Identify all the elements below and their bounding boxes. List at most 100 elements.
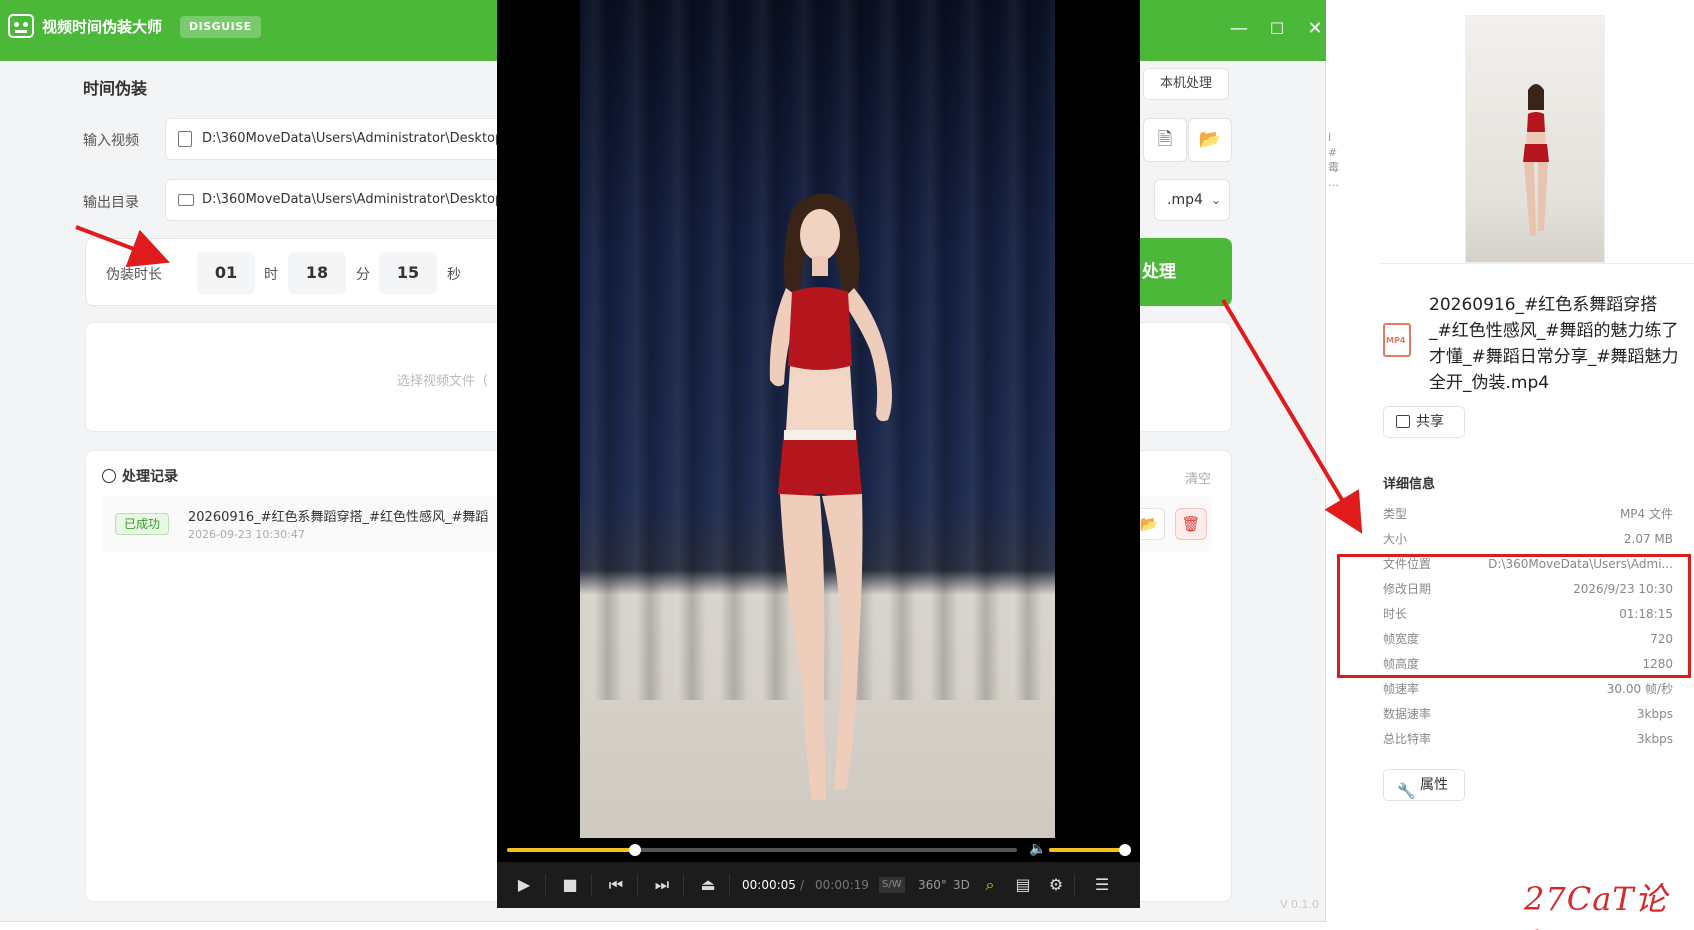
- vr-360-button[interactable]: 360°: [918, 862, 947, 908]
- detail-key: 数据速率: [1383, 707, 1432, 721]
- file-properties-panel: I # 霉 … MP4 20260916_#红色系舞蹈穿搭_#红色性感风_#舞蹈…: [1328, 0, 1694, 930]
- detail-value: 3kbps: [1636, 707, 1673, 721]
- close-button[interactable]: ✕: [1300, 14, 1330, 44]
- watermark: 27CaT论坛: [1524, 880, 1668, 930]
- thumbnail-figure: [1523, 84, 1549, 236]
- record-timestamp: 2026-09-23 10:30:47: [188, 528, 305, 541]
- delete-record-button[interactable]: 🗑: [1175, 508, 1207, 540]
- detail-key: 帧速率: [1383, 682, 1420, 696]
- edge-text: I # 霉 …: [1328, 131, 1339, 189]
- file-icon: [178, 131, 192, 147]
- record-file-name: 20260916_#红色系舞蹈穿搭_#红色性感风_#舞蹈: [188, 510, 489, 525]
- playlist-icon[interactable]: ▤: [1008, 862, 1038, 908]
- divider: [1380, 263, 1694, 264]
- minimize-button[interactable]: —: [1224, 14, 1254, 44]
- share-button[interactable]: 共享: [1383, 406, 1465, 438]
- properties-button[interactable]: 🔧 属性: [1383, 769, 1465, 801]
- dancer-figure: [769, 193, 892, 800]
- input-video-field[interactable]: D:\360MoveData\Users\Administrator\Deskt…: [165, 118, 505, 160]
- volume-level: [1049, 848, 1125, 852]
- trash-icon: 🗑: [1181, 515, 1201, 533]
- mp4-file-icon: MP4: [1383, 323, 1411, 357]
- video-frame[interactable]: [580, 0, 1055, 838]
- detail-row: 总比特率 3kbps: [1383, 727, 1673, 751]
- 3d-button[interactable]: 3D: [953, 862, 970, 908]
- detail-value: 3kbps: [1636, 732, 1673, 746]
- local-process-button[interactable]: 本机处理: [1143, 68, 1229, 100]
- video-player: 🔈 ▶ ■ ⏮ ⏭ ⏏ 00:00:05 / 00:00:19 S/W 360°…: [497, 0, 1140, 908]
- volume-handle[interactable]: [1119, 844, 1131, 856]
- detail-row: 类型 MP4 文件: [1383, 502, 1673, 526]
- menu-icon[interactable]: ☰: [1087, 862, 1117, 908]
- history-title: 处理记录: [122, 469, 178, 485]
- output-dir-path: D:\360MoveData\Users\Administrator\Deskt…: [202, 192, 504, 207]
- play-icon[interactable]: ▶: [509, 862, 539, 908]
- detail-row: 大小 2.07 MB: [1383, 527, 1673, 551]
- input-video-path: D:\360MoveData\Users\Administrator\Deskt…: [202, 131, 504, 146]
- detail-key: 大小: [1383, 532, 1408, 546]
- volume-icon[interactable]: 🔈: [1029, 841, 1046, 857]
- seek-bar[interactable]: [507, 844, 1017, 856]
- minutes-unit: 分: [356, 267, 370, 283]
- folder-icon: 📂: [1139, 515, 1159, 533]
- details-title: 详细信息: [1383, 477, 1436, 492]
- hours-input[interactable]: 01: [197, 252, 255, 294]
- format-select[interactable]: .mp4 ⌄: [1154, 179, 1230, 221]
- annotation-highlight-box: [1337, 554, 1691, 678]
- screenshot-root: 视频时间伪装大师 DISGUISE — ☐ ✕ 时间伪装 本机处理 输入视频 D…: [0, 0, 1694, 930]
- divider: [683, 874, 684, 896]
- detail-value: 30.00 帧/秒: [1606, 682, 1673, 696]
- duration-label: 伪装时长: [106, 267, 162, 283]
- next-icon[interactable]: ⏭: [647, 862, 677, 908]
- app-title: 视频时间伪装大师: [42, 18, 163, 36]
- drop-hint: 选择视频文件（: [397, 374, 489, 389]
- divider: [591, 874, 592, 896]
- clear-history-button[interactable]: 清空: [1185, 468, 1211, 487]
- document-icon: 🗎: [1157, 129, 1173, 150]
- chevron-down-icon: ⌄: [1210, 193, 1221, 207]
- divider: [637, 874, 638, 896]
- folder-open-icon: 📂: [1198, 129, 1222, 150]
- stop-icon[interactable]: ■: [555, 862, 585, 908]
- seconds-unit: 秒: [447, 267, 461, 283]
- detail-row: 帧速率 30.00 帧/秒: [1383, 677, 1673, 701]
- share-label: 共享: [1416, 414, 1444, 430]
- detail-row: 数据速率 3kbps: [1383, 702, 1673, 726]
- duration-card: 伪装时长 01 时 18 分 15 秒: [85, 238, 515, 306]
- sw-tag[interactable]: S/W: [879, 877, 905, 893]
- time-separator: /: [800, 878, 805, 892]
- version-label: V 0.1.0: [1280, 898, 1320, 911]
- gear-icon[interactable]: ⚙: [1041, 862, 1071, 908]
- section-title: 时间伪装: [83, 79, 148, 98]
- open-folder-button[interactable]: 📂: [1188, 118, 1232, 162]
- status-badge: 已成功: [115, 513, 170, 535]
- divider: [545, 874, 546, 896]
- player-control-bar: ▶ ■ ⏮ ⏭ ⏏ 00:00:05 / 00:00:19 S/W 360° 3…: [497, 862, 1140, 908]
- start-process-button[interactable]: 处理: [1140, 238, 1232, 306]
- previous-icon[interactable]: ⏮: [601, 862, 631, 908]
- wrench-icon: 🔧: [1397, 782, 1416, 800]
- seconds-input[interactable]: 15: [379, 252, 437, 294]
- select-file-button[interactable]: 🗎: [1143, 118, 1187, 162]
- minutes-input[interactable]: 18: [288, 252, 346, 294]
- format-value: .mp4: [1167, 192, 1203, 208]
- history-icon: [102, 469, 116, 483]
- folder-icon: [178, 194, 194, 206]
- search-zoom-icon[interactable]: ⌕: [975, 862, 1005, 908]
- detail-key: 总比特率: [1383, 732, 1432, 746]
- properties-label: 属性: [1420, 777, 1448, 793]
- share-icon: [1396, 415, 1410, 428]
- output-dir-field[interactable]: D:\360MoveData\Users\Administrator\Deskt…: [165, 179, 505, 221]
- divider: [1074, 874, 1075, 896]
- video-thumbnail: [1465, 15, 1605, 263]
- hours-unit: 时: [264, 267, 278, 283]
- output-dir-label: 输出目录: [83, 195, 139, 211]
- seek-handle[interactable]: [628, 844, 641, 856]
- total-time: 00:00:19: [815, 878, 869, 892]
- seek-progress: [507, 848, 635, 852]
- maximize-button[interactable]: ☐: [1262, 14, 1292, 44]
- divider: [729, 874, 730, 896]
- volume-slider[interactable]: [1049, 844, 1131, 856]
- app-logo-icon: [8, 14, 34, 38]
- eject-icon[interactable]: ⏏: [693, 862, 723, 908]
